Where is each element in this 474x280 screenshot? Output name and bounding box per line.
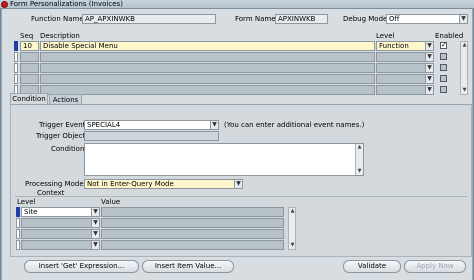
record-indicator[interactable] xyxy=(16,240,20,250)
context-level-select[interactable]: ▼ xyxy=(21,218,100,228)
context-level-select[interactable]: ▼ xyxy=(21,240,100,250)
chevron-down-icon[interactable]: ▼ xyxy=(91,208,99,216)
trigger-event-label: Trigger Event xyxy=(39,121,86,129)
condition-panel: Trigger Event SPECIAL4 ▼ (You can enter … xyxy=(10,105,472,257)
debug-mode-label: Debug Mode xyxy=(343,15,388,23)
rule-enabled-checkbox[interactable] xyxy=(440,86,447,93)
processing-mode-value: Not in Enter-Query Mode xyxy=(87,180,174,188)
rule-level-value: Function xyxy=(379,42,409,50)
trigger-object-field[interactable] xyxy=(84,131,219,141)
form-name-field[interactable]: APXINWKB xyxy=(275,14,328,24)
rule-description-field[interactable] xyxy=(40,63,375,73)
context-level-select[interactable]: ▼ xyxy=(21,229,100,239)
record-indicator[interactable] xyxy=(16,218,20,228)
chevron-down-icon[interactable]: ▼ xyxy=(91,219,99,227)
seq-header: Seq xyxy=(20,32,34,40)
trigger-event-select[interactable]: SPECIAL4 ▼ xyxy=(84,120,219,130)
scroll-up-icon[interactable]: ▲ xyxy=(356,144,363,151)
context-level-value: Site xyxy=(24,208,38,216)
rule-description-field[interactable] xyxy=(40,52,375,62)
chevron-down-icon[interactable]: ▼ xyxy=(91,230,99,238)
rules-scrollbar[interactable]: ▲ ▼ xyxy=(460,41,468,95)
apply-now-button[interactable]: Apply Now xyxy=(404,260,466,273)
scroll-up-icon[interactable]: ▲ xyxy=(461,42,468,49)
rule-level-select[interactable]: ▼ xyxy=(376,85,434,95)
rule-seq-field[interactable] xyxy=(20,74,39,84)
record-indicator[interactable] xyxy=(14,52,18,62)
chevron-down-icon[interactable]: ▼ xyxy=(425,42,433,50)
oracle-logo-icon xyxy=(1,1,8,8)
chevron-down-icon[interactable]: ▼ xyxy=(425,86,433,94)
trigger-event-value: SPECIAL4 xyxy=(87,121,121,129)
function-name-label: Function Name xyxy=(31,15,84,23)
description-header: Description xyxy=(40,32,80,40)
context-level-select[interactable]: Site ▼ xyxy=(21,207,100,217)
form-window: Function Name AP_APXINWKB Form Name APXI… xyxy=(1,9,473,280)
record-indicator[interactable] xyxy=(14,74,18,84)
enabled-header: Enabled xyxy=(435,32,464,40)
rule-level-select[interactable]: Function ▼ xyxy=(376,41,434,51)
context-value-field[interactable] xyxy=(101,240,284,250)
chevron-down-icon[interactable]: ▼ xyxy=(234,180,242,188)
insert-get-expression-button[interactable]: Insert 'Get' Expression... xyxy=(24,260,139,273)
context-value-field[interactable] xyxy=(101,229,284,239)
insert-item-value-button[interactable]: Insert Item Value... xyxy=(142,260,234,273)
condition-scrollbar[interactable]: ▲ ▼ xyxy=(355,144,363,175)
window-title: Form Personalizations (Invoices) xyxy=(10,0,123,8)
form-name-label: Form Name xyxy=(235,15,276,23)
chevron-down-icon[interactable]: ▼ xyxy=(91,241,99,249)
trigger-object-label: Trigger Object xyxy=(36,132,86,140)
validate-button[interactable]: Validate xyxy=(343,260,401,273)
chevron-down-icon[interactable]: ▼ xyxy=(425,75,433,83)
rule-level-select[interactable]: ▼ xyxy=(376,63,434,73)
context-value-header: Value xyxy=(101,198,121,206)
rule-level-select[interactable]: ▼ xyxy=(376,74,434,84)
condition-textarea[interactable]: ▲ ▼ xyxy=(84,143,364,176)
context-scrollbar[interactable]: ▲ ▼ xyxy=(288,207,296,250)
rule-description-field[interactable] xyxy=(40,85,375,95)
context-separator xyxy=(15,196,467,197)
record-indicator[interactable] xyxy=(14,63,18,73)
rule-enabled-checkbox[interactable] xyxy=(440,53,447,60)
level-header: Level xyxy=(376,32,395,40)
processing-mode-label: Processing Mode xyxy=(25,180,84,188)
scroll-down-icon[interactable]: ▼ xyxy=(461,87,468,94)
chevron-down-icon[interactable]: ▼ xyxy=(459,15,467,23)
rule-enabled-checkbox[interactable] xyxy=(440,75,447,82)
context-value-field[interactable] xyxy=(101,218,284,228)
window-title-bar[interactable]: Form Personalizations (Invoices) xyxy=(0,0,474,9)
function-name-field[interactable]: AP_APXINWKB xyxy=(82,14,216,24)
scroll-up-icon[interactable]: ▲ xyxy=(289,208,296,215)
scroll-down-icon[interactable]: ▼ xyxy=(289,242,296,249)
rule-description-field[interactable]: Disable Special Menu xyxy=(40,41,375,51)
debug-mode-select[interactable]: Off ▼ xyxy=(386,14,468,24)
context-level-header: Level xyxy=(17,198,36,206)
chevron-down-icon[interactable]: ▼ xyxy=(210,121,218,129)
rule-level-select[interactable]: ▼ xyxy=(376,52,434,62)
current-record-indicator[interactable] xyxy=(16,207,20,217)
trigger-event-hint: (You can enter additional event names.) xyxy=(224,121,365,129)
rule-seq-field[interactable] xyxy=(20,52,39,62)
chevron-down-icon[interactable]: ▼ xyxy=(425,53,433,61)
context-value-field[interactable] xyxy=(101,207,284,217)
scroll-down-icon[interactable]: ▼ xyxy=(356,168,363,175)
rule-seq-field[interactable] xyxy=(20,63,39,73)
condition-label: Condition xyxy=(51,145,85,153)
rule-enabled-checkbox[interactable] xyxy=(440,64,447,71)
rule-seq-field[interactable]: 10 xyxy=(20,41,39,51)
rule-enabled-checkbox[interactable]: ✓ xyxy=(440,42,447,49)
chevron-down-icon[interactable]: ▼ xyxy=(425,64,433,72)
processing-mode-select[interactable]: Not in Enter-Query Mode ▼ xyxy=(84,179,243,189)
current-record-indicator[interactable] xyxy=(14,41,18,51)
rule-description-field[interactable] xyxy=(40,74,375,84)
record-indicator[interactable] xyxy=(16,229,20,239)
debug-mode-value: Off xyxy=(389,15,400,23)
